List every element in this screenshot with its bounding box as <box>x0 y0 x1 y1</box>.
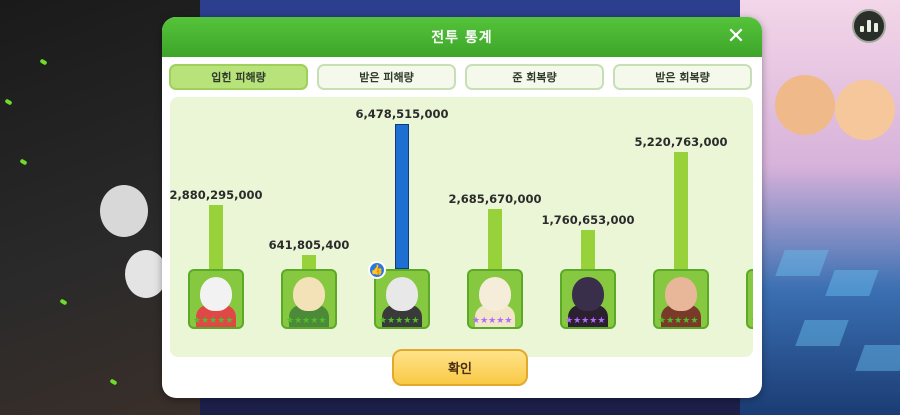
star-rating: ★★★★★ <box>565 317 605 326</box>
character-face <box>572 277 604 311</box>
stats-tabs: 입힌 피해량 받은 피해량 준 회복량 받은 회복량 <box>169 64 756 92</box>
damage-value-label: 641,805,400 <box>268 237 350 252</box>
character-portrait[interactable]: ★★★★★ <box>467 269 523 329</box>
character-portrait[interactable]: ★★★★★ <box>374 269 430 329</box>
battle-stats-dialog: 전투 통계 ✕ 입힌 피해량 받은 피해량 준 회복량 받은 회복량 2,880… <box>162 17 762 398</box>
star-icon: ★ <box>504 316 513 326</box>
tab-damage-dealt[interactable]: 입힌 피해량 <box>169 64 308 90</box>
character-face <box>386 277 418 311</box>
character-portrait[interactable]: ★★★★★ <box>653 269 709 329</box>
damage-value-label: 2,880,295,000 <box>170 187 263 202</box>
star-icon: ★ <box>690 316 699 326</box>
star-rating: ★★★★★ <box>286 317 326 326</box>
star-icon: ★ <box>496 316 505 326</box>
star-icon: ★ <box>225 316 234 326</box>
star-icon: ★ <box>682 316 691 326</box>
bar-chart-icon <box>860 26 864 32</box>
bar-chart-icon <box>867 20 871 32</box>
damage-bar <box>302 254 316 269</box>
star-icon: ★ <box>573 316 582 326</box>
star-rating: ★★★★★ <box>751 317 753 326</box>
star-icon: ★ <box>302 316 311 326</box>
damage-value-label: 6,478,515,000 <box>355 107 449 121</box>
close-button[interactable]: ✕ <box>724 25 748 49</box>
tab-healing-received[interactable]: 받은 회복량 <box>613 64 752 90</box>
star-icon: ★ <box>294 316 303 326</box>
damage-bar <box>674 152 688 269</box>
star-rating: ★★★★★ <box>472 317 512 326</box>
star-icon: ★ <box>658 316 667 326</box>
star-icon: ★ <box>209 316 218 326</box>
star-rating: ★★★★★ <box>193 317 233 326</box>
star-icon: ★ <box>480 316 489 326</box>
character-portrait[interactable]: ★★★★★ <box>188 269 244 329</box>
star-icon: ★ <box>310 316 319 326</box>
battle-stats-button[interactable] <box>852 9 886 43</box>
star-icon: ★ <box>565 316 574 326</box>
background-character <box>125 250 167 298</box>
bar-chart-icon <box>874 23 878 32</box>
damage-bar-chart: 2,880,295,000 ★ ★ ★ ★ ★ 641,805,400 ★ ★ ★ ★ ★ 6,478,… <box>170 97 753 357</box>
star-icon: ★ <box>193 316 202 326</box>
thumbs-up-icon: 👍 <box>368 261 386 279</box>
background-character <box>835 80 895 140</box>
dialog-title: 전투 통계 <box>431 30 493 46</box>
tab-damage-taken[interactable]: 받은 피해량 <box>317 64 456 90</box>
star-icon: ★ <box>318 316 327 326</box>
character-portrait[interactable]: ★★★★★ <box>746 269 753 329</box>
dialog-header: 전투 통계 ✕ <box>162 17 762 57</box>
star-icon: ★ <box>666 316 675 326</box>
damage-value-label: 1,760,653,000 <box>541 212 635 227</box>
star-rating: ★★★★★ <box>658 317 698 326</box>
star-icon: ★ <box>395 316 404 326</box>
star-icon: ★ <box>751 317 753 326</box>
character-face <box>293 277 325 311</box>
character-portrait[interactable]: ★★★★★ <box>560 269 616 329</box>
star-icon: ★ <box>589 316 598 326</box>
star-icon: ★ <box>403 316 412 326</box>
star-icon: ★ <box>387 316 396 326</box>
star-icon: ★ <box>217 316 226 326</box>
star-icon: ★ <box>674 316 683 326</box>
stats-panel: 2,880,295,000 ★ ★ ★ ★ ★ 641,805,400 ★ ★ ★ ★ ★ 6,478,… <box>170 97 753 357</box>
confirm-button[interactable]: 확인 <box>392 349 528 386</box>
damage-bar <box>209 204 223 269</box>
background-character <box>100 185 148 237</box>
star-icon: ★ <box>597 316 606 326</box>
background-tile <box>855 345 900 371</box>
star-icon: ★ <box>201 316 210 326</box>
star-icon: ★ <box>286 316 295 326</box>
character-face <box>200 277 232 311</box>
character-face <box>665 277 697 311</box>
damage-bar <box>581 229 595 269</box>
star-rating: ★★★★★ <box>379 317 419 326</box>
star-icon: ★ <box>411 316 420 326</box>
star-icon: ★ <box>581 316 590 326</box>
star-icon: ★ <box>488 316 497 326</box>
tab-healing-done[interactable]: 준 회복량 <box>465 64 604 90</box>
damage-value-label: 2,685,670,000 <box>448 191 542 206</box>
damage-bar <box>395 124 409 269</box>
damage-value-label: 5,220,763,000 <box>634 135 728 150</box>
star-icon: ★ <box>472 316 481 326</box>
damage-bar <box>488 208 502 269</box>
star-icon: ★ <box>379 316 388 326</box>
character-portrait[interactable]: ★★★★★ <box>281 269 337 329</box>
character-face <box>479 277 511 311</box>
background-character <box>775 75 835 135</box>
